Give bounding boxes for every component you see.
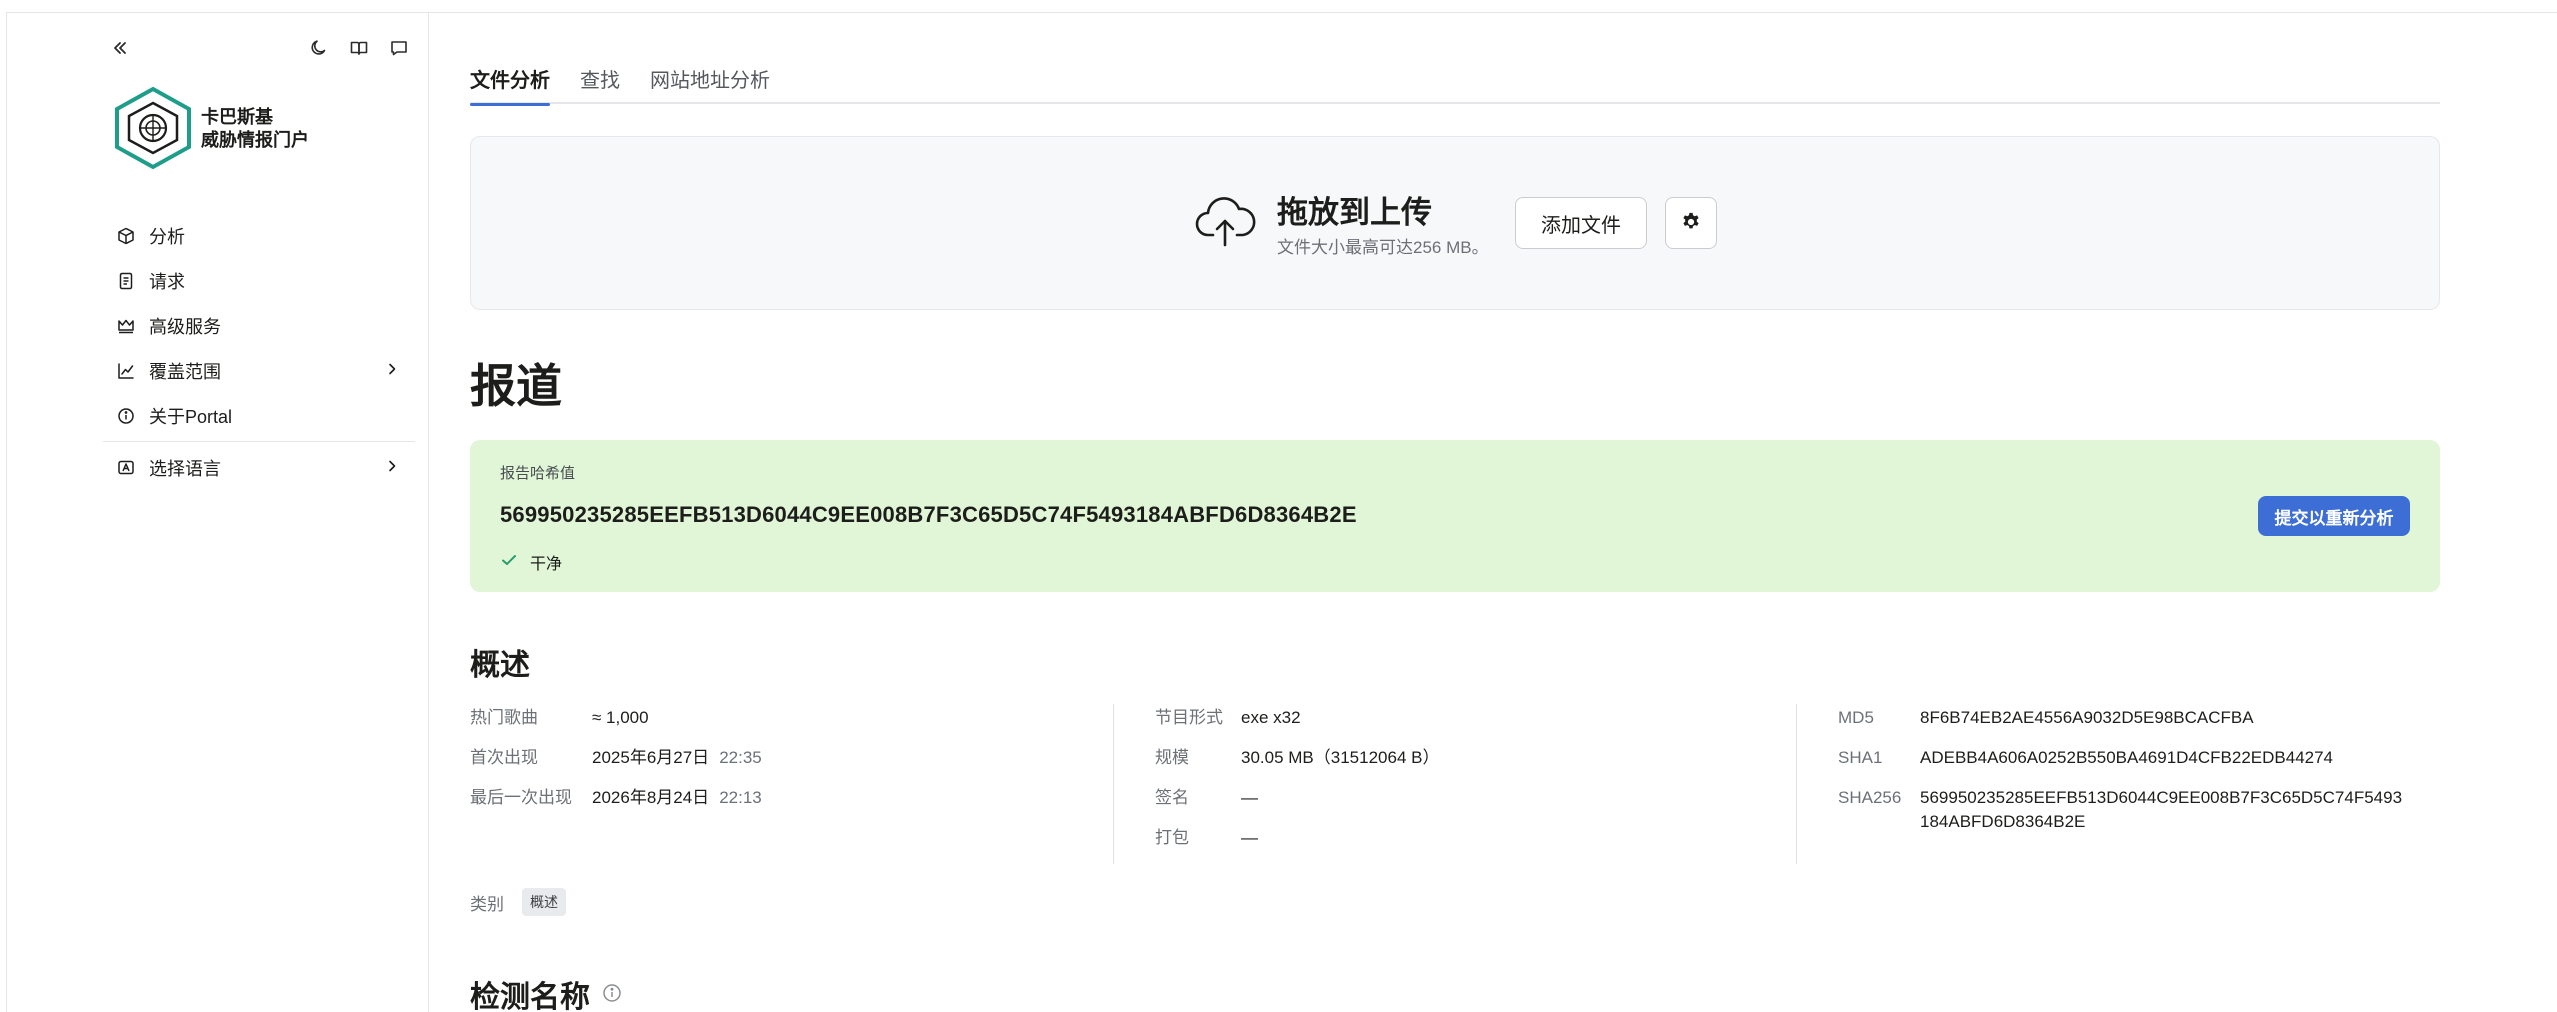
- report-heading: 报道: [470, 360, 562, 412]
- sidebar-item-label: 请求: [149, 271, 185, 292]
- tab-file-analysis[interactable]: 文件分析: [470, 64, 550, 106]
- upload-dropzone[interactable]: 拖放到上传 文件大小最高可达256 MB。 添加文件: [470, 136, 2440, 310]
- column-divider: [1113, 704, 1114, 864]
- overview-value: —: [1241, 788, 1258, 807]
- overview-row-sha1: SHA1 ADEBB4A606A0252B550BA4691D4CFB22EDB…: [1838, 746, 2440, 786]
- chevron-right-icon: [383, 457, 401, 480]
- overview-key: 节目形式: [1155, 708, 1223, 727]
- tab-bar: 文件分析 查找 网站地址分析: [470, 64, 2440, 106]
- sidebar-item-label: 覆盖范围: [149, 361, 221, 382]
- overview-key: 热门歌曲: [470, 708, 538, 727]
- column-divider: [1796, 704, 1797, 864]
- overview-key: 签名: [1155, 788, 1189, 807]
- cloud-upload-icon: [1193, 189, 1257, 253]
- sidebar-item-premium-services[interactable]: 高级服务: [103, 303, 415, 348]
- sidebar-divider: [103, 441, 415, 442]
- crown-icon: [117, 317, 135, 335]
- info-icon: [117, 407, 135, 425]
- checkmark-icon: [500, 551, 518, 574]
- overview-row-last-seen: 最后一次出现 2026年8月24日 22:13: [470, 786, 1110, 826]
- sidebar: 卡巴斯基 威胁情报门户 分析 请求 高级服务 覆盖范围 关于Portal 选择语…: [7, 13, 429, 1012]
- overview-row-md5: MD5 8F6B74EB2AE4556A9032D5E98BCACFBA: [1838, 706, 2440, 746]
- info-icon[interactable]: [602, 977, 622, 1011]
- sidebar-item-coverage[interactable]: 覆盖范围: [103, 348, 415, 393]
- overview-column-stats: 热门歌曲 ≈ 1,000 首次出现 2025年6月27日 22:35 最后一次出…: [470, 706, 1110, 826]
- sidebar-item-requests[interactable]: 请求: [103, 258, 415, 303]
- category-key: 类别: [470, 894, 504, 914]
- brand-line-1: 卡巴斯基: [201, 107, 273, 127]
- moon-icon[interactable]: [304, 33, 334, 63]
- resubmit-for-analysis-button[interactable]: 提交以重新分析: [2258, 496, 2410, 536]
- overview-key: 最后一次出现: [470, 788, 572, 807]
- detection-names-heading: 检测名称: [470, 972, 622, 1012]
- upload-settings-button[interactable]: [1665, 197, 1717, 249]
- overview-row-sha256: SHA256 569950235285EEFB513D6044C9EE008B7…: [1838, 786, 2440, 838]
- overview-column-file-info: 节目形式 exe x32 规模 30.05 MB（31512064 B） 签名 …: [1155, 706, 1775, 866]
- category-chip: 概述: [522, 888, 566, 916]
- sidebar-item-about[interactable]: 关于Portal: [103, 393, 415, 438]
- overview-key: SHA1: [1838, 748, 1883, 767]
- document-icon: [117, 272, 135, 290]
- chevron-right-icon: [383, 360, 401, 383]
- sha1-value[interactable]: ADEBB4A606A0252B550BA4691D4CFB22EDB44274: [1920, 746, 2333, 786]
- chat-icon[interactable]: [384, 33, 414, 63]
- overview-value: —: [1241, 828, 1258, 847]
- sidebar-item-language[interactable]: 选择语言: [103, 445, 415, 490]
- status-text: 干净: [530, 556, 563, 573]
- overview-row-first-seen: 首次出现 2025年6月27日 22:35: [470, 746, 1110, 786]
- sidebar-item-label: 选择语言: [149, 458, 221, 479]
- sidebar-item-label: 分析: [149, 226, 185, 247]
- md5-value[interactable]: 8F6B74EB2AE4556A9032D5E98BCACFBA: [1920, 706, 2254, 746]
- overview-time: 22:35: [719, 748, 762, 767]
- overview-value: 30.05 MB（31512064 B）: [1241, 748, 1440, 767]
- overview-key: SHA256: [1838, 788, 1902, 807]
- sidebar-item-label: 高级服务: [149, 316, 221, 337]
- status-badge: 干净: [500, 550, 562, 574]
- main-content: 文件分析 查找 网站地址分析 拖放到上传 文件大小最高可达256 MB。 添加文…: [470, 0, 2440, 1012]
- detection-heading-text: 检测名称: [470, 981, 590, 1012]
- overview-value: ≈ 1,000: [592, 708, 649, 727]
- language-icon: [117, 459, 135, 477]
- sidebar-nav: 分析 请求 高级服务 覆盖范围 关于Portal 选择语言: [103, 213, 415, 490]
- overview-row-format: 节目形式 exe x32: [1155, 706, 1775, 746]
- book-icon[interactable]: [344, 33, 374, 63]
- tab-lookup[interactable]: 查找: [580, 64, 620, 104]
- overview-column-hashes: MD5 8F6B74EB2AE4556A9032D5E98BCACFBA SHA…: [1838, 706, 2440, 838]
- overview-key: MD5: [1838, 708, 1874, 727]
- upload-size-hint: 文件大小最高可达256 MB。: [1277, 238, 1489, 257]
- add-file-button[interactable]: 添加文件: [1515, 197, 1647, 249]
- overview-heading: 概述: [470, 649, 530, 682]
- sha256-line-1: 569950235285EEFB513D6044C9EE008B7F3C65D5…: [1920, 788, 2403, 807]
- overview-value: 2025年6月27日: [592, 748, 710, 767]
- tab-web-address-analysis[interactable]: 网站地址分析: [650, 64, 770, 104]
- overview-key: 首次出现: [470, 748, 538, 767]
- overview-value: exe x32: [1241, 708, 1301, 727]
- sidebar-item-label: 关于Portal: [149, 406, 233, 427]
- sha256-line-2: 184ABFD6D8364B2E: [1920, 812, 2086, 831]
- category-row: 类别 概述: [470, 888, 566, 916]
- chart-line-icon: [117, 362, 135, 380]
- overview-key: 打包: [1155, 828, 1189, 847]
- overview-row-signature: 签名 —: [1155, 786, 1775, 826]
- sidebar-toolbar: [7, 33, 428, 63]
- kaspersky-logo: [111, 85, 195, 171]
- overview-key: 规模: [1155, 748, 1189, 767]
- sidebar-item-analysis[interactable]: 分析: [103, 213, 415, 258]
- overview-time: 22:13: [719, 788, 762, 807]
- overview-row-size: 规模 30.05 MB（31512064 B）: [1155, 746, 1775, 786]
- gear-icon: [1680, 211, 1702, 236]
- report-hash-panel: 报告哈希值 569950235285EEFB513D6044C9EE008B7F…: [470, 440, 2440, 592]
- cube-icon: [117, 227, 135, 245]
- sha256-value[interactable]: 569950235285EEFB513D6044C9EE008B7F3C65D5…: [1920, 786, 2402, 838]
- upload-title: 拖放到上传: [1277, 195, 1432, 230]
- overview-row-packer: 打包 —: [1155, 826, 1775, 866]
- brand-line-2: 威胁情报门户: [201, 130, 309, 150]
- overview-row-hits: 热门歌曲 ≈ 1,000: [470, 706, 1110, 746]
- report-hash-value[interactable]: 569950235285EEFB513D6044C9EE008B7F3C65D5…: [500, 502, 1357, 528]
- collapse-sidebar-icon[interactable]: [105, 33, 135, 63]
- brand-name: 卡巴斯基 威胁情报门户: [201, 106, 309, 152]
- report-hash-label: 报告哈希值: [500, 465, 576, 482]
- overview-value: 2026年8月24日: [592, 788, 710, 807]
